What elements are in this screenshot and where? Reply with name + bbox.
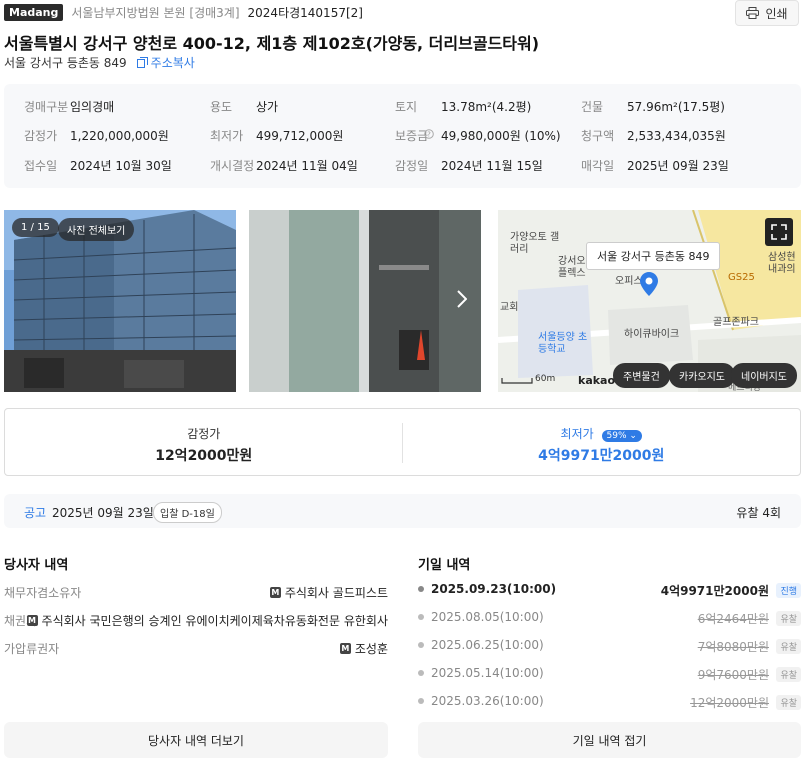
map-place-label: 강서오 플렉스 xyxy=(558,256,586,279)
expand-icon xyxy=(771,224,787,240)
schedule-row: 2025.08.05(10:00) 6억2464만원 유찰 xyxy=(418,608,801,628)
property-info-box: 경매구분 임의경매 용도 상가 토지 13.78m²(4.2평) 건물 57.96m²(… xyxy=(4,84,801,188)
schedule-row: 2025.03.26(10:00) 12억2000만원 유찰 xyxy=(418,692,801,712)
info-received: 접수일 2024년 10월 30일 xyxy=(24,159,172,173)
minimum-percent-badge: 59% ⌄ xyxy=(601,430,642,442)
schedule-row: 2025.06.25(10:00) 7억8080만원 유찰 xyxy=(418,636,801,656)
schedule-row: 2025.05.14(10:00) 9억7600만원 유찰 xyxy=(418,664,801,684)
notice-bar: 공고 2025년 09월 23일 입찰 D-18일 유찰 4회 xyxy=(4,494,801,528)
chevron-down-icon: ⌄ xyxy=(629,431,637,441)
map-place-label: 가양오토 갤러리 xyxy=(510,232,560,255)
court-name: 서울남부지방법원 본원 [경매3계] xyxy=(71,5,240,20)
info-commencement: 개시결정 2024년 11월 04일 xyxy=(210,159,358,173)
svg-text:?: ? xyxy=(427,131,431,139)
schedule-title: 기일 내역 xyxy=(418,558,471,573)
info-sale-date: 매각일 2025년 09월 23일 xyxy=(581,159,729,173)
map-place-label: 골프존파크 xyxy=(713,317,759,328)
schedule-row: 2025.09.23(10:00) 4억9971만2000원 진행 xyxy=(418,580,801,600)
status-badge: 유찰 xyxy=(776,639,801,654)
price-summary: 감정가 12억2000만원 최저가 59% ⌄ 4억9971만2000원 xyxy=(4,408,801,476)
schedule-collapse-button[interactable]: 기일 내역 접기 xyxy=(418,722,801,758)
fullscreen-map-button[interactable] xyxy=(765,218,793,246)
party-row: 채무자겸소유자 M 주식회사 골드피스트 xyxy=(4,586,388,600)
info-building: 건물 57.96m²(17.5평) xyxy=(581,100,725,114)
status-badge: 유찰 xyxy=(776,695,801,710)
info-land: 토지 13.78m²(4.2평) xyxy=(395,100,532,114)
print-button[interactable]: 인쇄 xyxy=(735,0,799,26)
party-row: 채권자 M 주식회사 국민은행의 승계인 유에이치케이제육차유동화전문 유한회사 xyxy=(4,614,388,628)
status-dot xyxy=(418,614,424,620)
status-dot xyxy=(418,698,424,704)
notice-date: 2025년 09월 23일 xyxy=(52,506,154,520)
kakao-map-button[interactable]: 카카오지도 xyxy=(669,363,735,388)
minimum-label: 최저가 xyxy=(560,427,594,441)
case-number: 2024타경140157[2] xyxy=(247,5,363,20)
copy-address-label: 주소복사 xyxy=(150,56,195,70)
member-icon: M xyxy=(339,643,351,654)
info-appraisal: 감정가 1,220,000,000원 xyxy=(24,129,169,143)
print-label: 인쇄 xyxy=(765,6,788,21)
map-place-label: 하이큐바이크 xyxy=(624,329,680,340)
map-place-label: 오피스 xyxy=(615,276,643,287)
property-photo-2[interactable] xyxy=(249,210,481,392)
info-minimum: 최저가 499,712,000원 xyxy=(210,129,344,143)
info-auction-type: 경매구분 임의경매 xyxy=(24,100,115,114)
view-all-photos-button[interactable]: 사진 전체보기 xyxy=(58,218,135,241)
status-badge: 유찰 xyxy=(776,667,801,682)
map-place-label: 삼성현 내과의 xyxy=(768,252,796,275)
location-map[interactable]: 가양오토 갤러리 강서오 플렉스 오피스 GS25 삼성현 내과의 교회 서울등… xyxy=(498,210,801,392)
printer-icon xyxy=(746,7,760,19)
map-place-label: GS25 xyxy=(728,272,755,283)
info-claim: 청구액 2,533,434,035원 xyxy=(581,129,726,143)
nearby-items-button[interactable]: 주변물건 xyxy=(613,363,670,388)
madang-logo: Madang xyxy=(4,3,64,21)
map-marker-label: 서울 강서구 등촌동 849 xyxy=(586,242,721,270)
info-usage: 용도 상가 xyxy=(210,100,279,114)
parties-more-button[interactable]: 당사자 내역 더보기 xyxy=(4,722,388,758)
sub-address-row: 서울 강서구 등촌동 849 주소복사 xyxy=(4,54,195,71)
map-place-label: 교회 xyxy=(500,302,519,313)
case-header: Madang 서울남부지방법원 본원 [경매3계] 2024타경140157[2… xyxy=(4,3,363,21)
status-dot xyxy=(418,670,424,676)
location-pin-icon xyxy=(640,272,658,296)
copy-icon xyxy=(136,57,148,68)
entrance-photo xyxy=(249,210,481,392)
parties-title: 당사자 내역 xyxy=(4,558,69,573)
map-scale: 60m xyxy=(501,374,555,384)
copy-address-button[interactable]: 주소복사 xyxy=(136,54,195,71)
help-icon[interactable]: ? xyxy=(424,128,434,142)
appraisal-price: 감정가 12억2000만원 xyxy=(155,427,253,464)
info-appraisal-date: 감정일 2024년 11월 15일 xyxy=(395,159,543,173)
status-badge: 진행 xyxy=(776,583,801,598)
status-badge: 유찰 xyxy=(776,611,801,626)
member-icon: M xyxy=(26,615,38,626)
property-title: 서울특별시 강서구 양천로 400-12, 제1층 제102호(가양동, 더리브… xyxy=(4,34,540,53)
naver-map-button[interactable]: 네이버지도 xyxy=(731,363,797,388)
map-provider-logo: kakao xyxy=(578,374,616,387)
notice-label: 공고 xyxy=(24,506,47,520)
failed-count: 유찰 4회 xyxy=(736,506,781,520)
property-photo-1[interactable]: 1 / 15 사진 전체보기 xyxy=(4,210,236,392)
photo-counter: 1 / 15 xyxy=(12,218,59,237)
member-icon: M xyxy=(269,587,281,598)
status-dot xyxy=(418,586,424,592)
map-place-label: 서울등양 초등학교 xyxy=(538,332,588,355)
lot-address: 서울 강서구 등촌동 849 xyxy=(4,56,127,70)
minimum-price: 최저가 59% ⌄ 4억9971만2000원 xyxy=(538,427,665,464)
dday-badge: 입찰 D-18일 xyxy=(153,502,222,523)
info-deposit: 보증금? 49,980,000원 (10%) xyxy=(395,129,561,143)
next-photo-arrow-icon[interactable] xyxy=(457,290,468,311)
status-dot xyxy=(418,642,424,648)
party-row: 가압류권자 M 조성훈 xyxy=(4,642,388,656)
